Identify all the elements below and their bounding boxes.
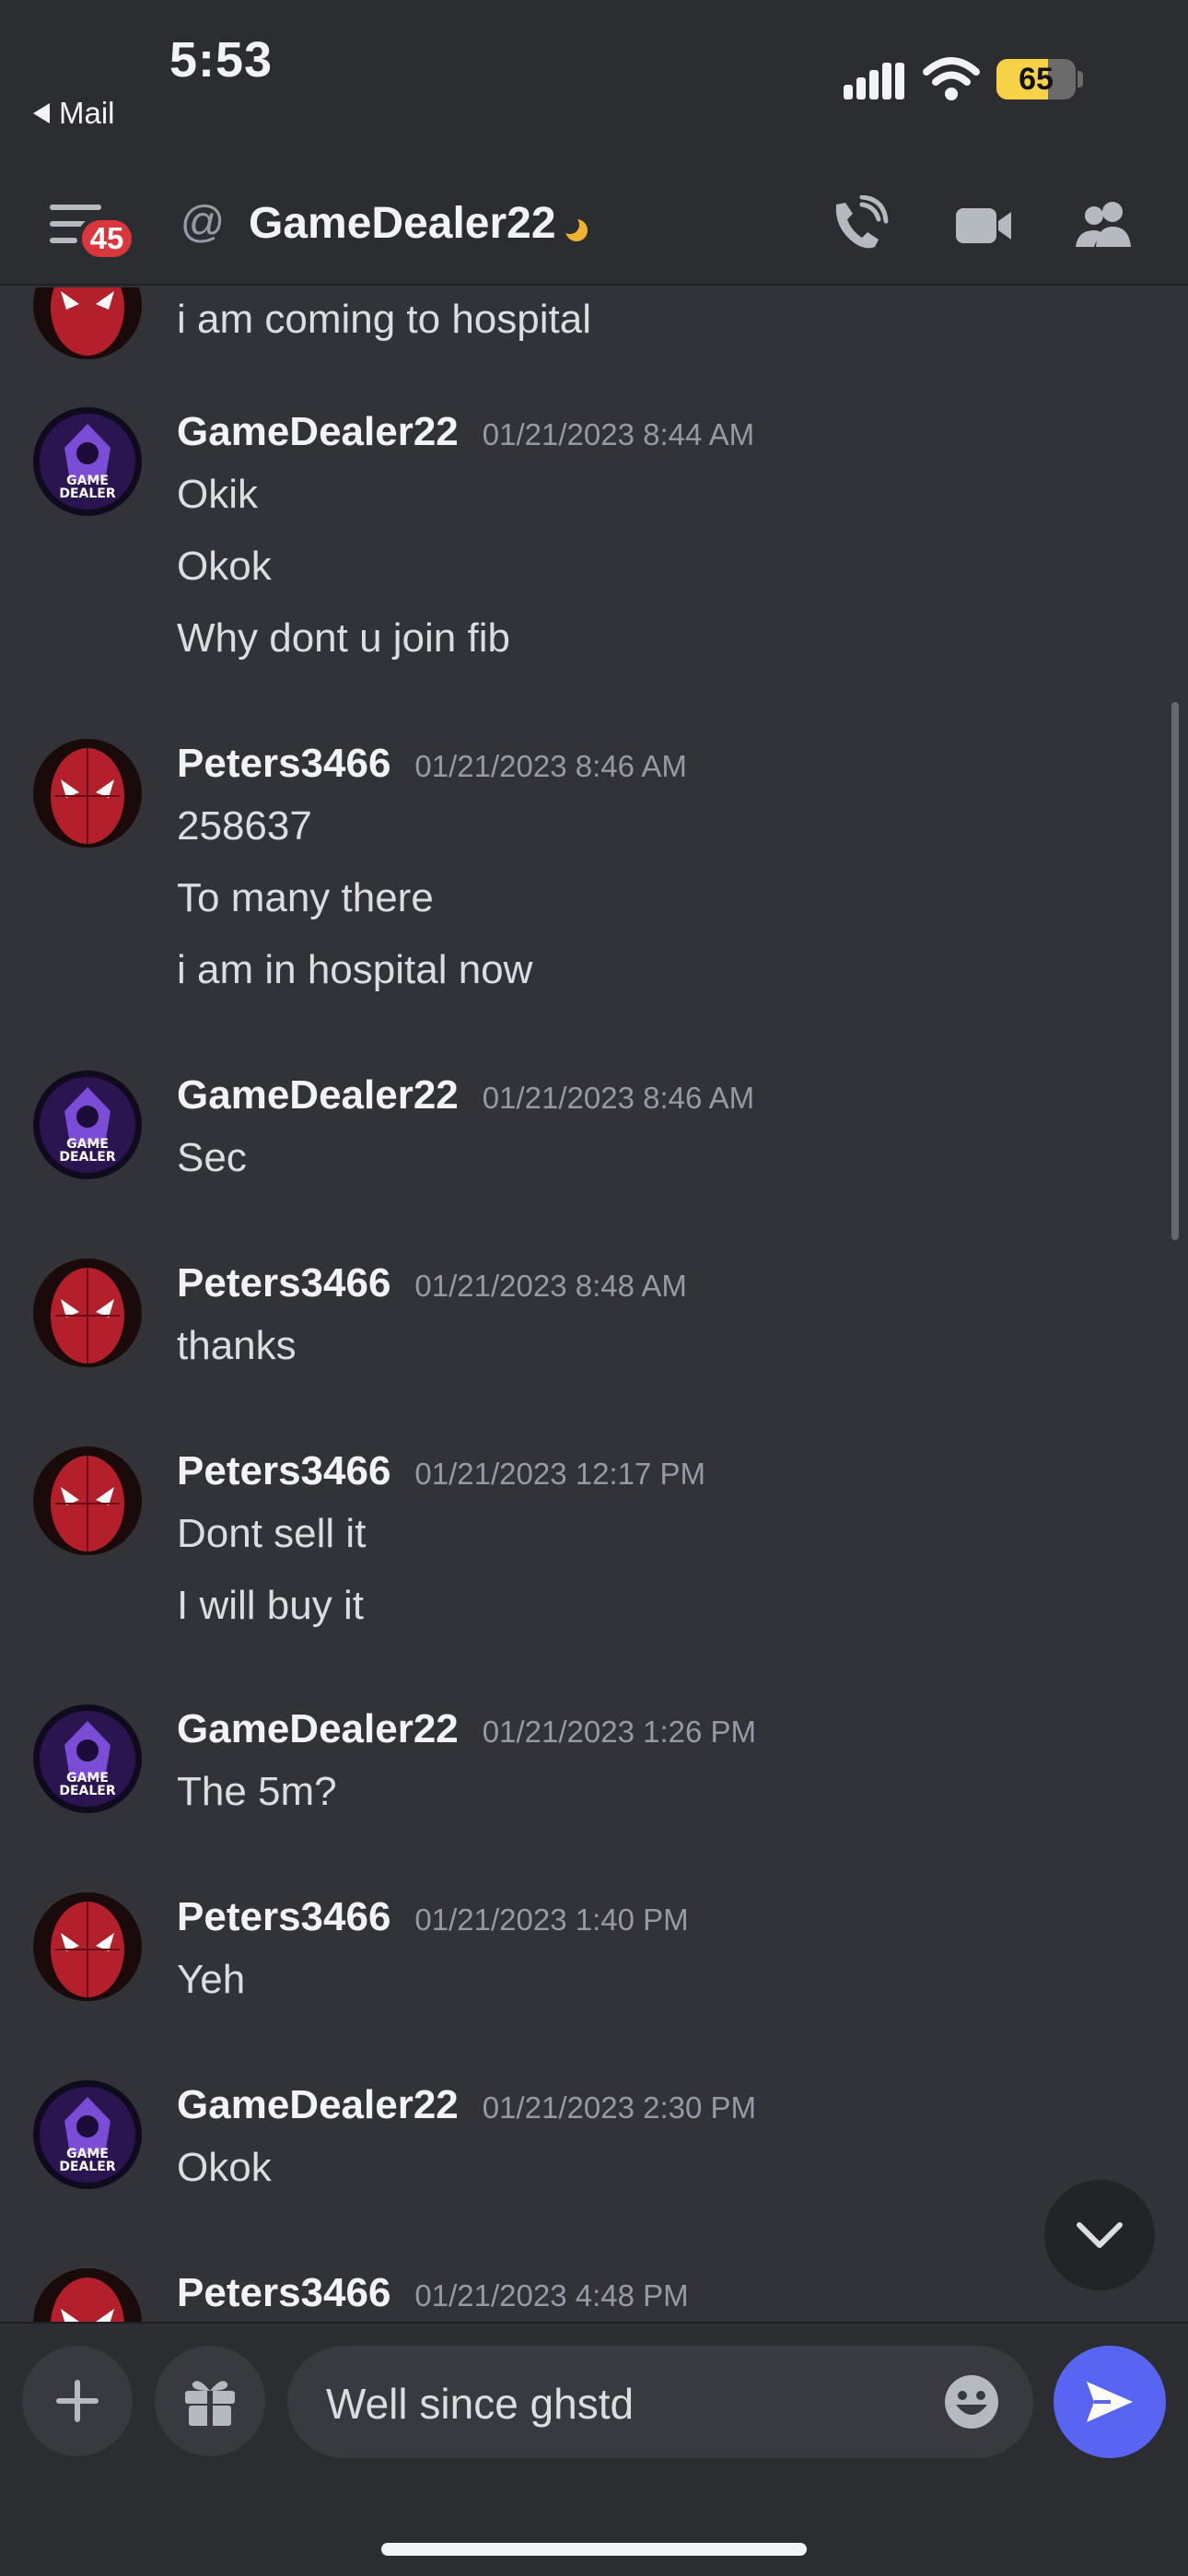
message-composer	[0, 2322, 1188, 2576]
timestamp: 01/21/2023 1:40 PM	[414, 1903, 689, 1937]
message-input[interactable]	[326, 2379, 915, 2429]
battery-level: 65	[1019, 62, 1054, 97]
home-indicator[interactable]	[381, 2543, 807, 2556]
chevron-down-icon	[1077, 2222, 1123, 2248]
battery-nub	[1077, 71, 1083, 88]
author-name[interactable]: Peters3466	[177, 1260, 390, 1306]
timestamp: 01/21/2023 8:46 AM	[414, 749, 687, 783]
battery-icon: 65	[996, 59, 1076, 100]
author-name[interactable]: GameDealer22	[177, 1706, 459, 1752]
message-header: Peters3466 01/21/2023 4:48 PM	[177, 2270, 689, 2316]
send-icon	[1087, 2382, 1133, 2422]
message-text: Yeh	[177, 1957, 246, 2002]
jump-to-latest-button[interactable]	[1044, 2180, 1155, 2290]
message-text: Okik	[177, 472, 258, 517]
message-text: Sec	[177, 1135, 247, 1180]
message-header: Peters3466 01/21/2023 8:48 AM	[177, 1260, 687, 1306]
message-header: Peters3466 01/21/2023 12:17 PM	[177, 1448, 705, 1494]
timestamp: 01/21/2023 8:48 AM	[414, 1269, 687, 1303]
message-text: Okok	[177, 2145, 272, 2190]
top-bar: 5:53 Mail 65 45 @ GameDealer22	[0, 0, 1188, 286]
author-name[interactable]: GameDealer22	[177, 1072, 459, 1118]
timestamp: 01/21/2023 1:26 PM	[482, 1715, 756, 1749]
phone-call-icon[interactable]	[827, 195, 891, 254]
message-input-container[interactable]	[287, 2346, 1033, 2458]
avatar[interactable]	[33, 1259, 142, 1367]
message-text: i am coming to hospital	[177, 297, 591, 342]
back-arrow-icon	[33, 103, 50, 123]
video-icon[interactable]	[952, 195, 1017, 254]
back-app-label: Mail	[59, 96, 115, 130]
timestamp: 01/21/2023 4:48 PM	[414, 2278, 689, 2313]
message-header: GameDealer22 01/21/2023 1:26 PM	[177, 1706, 756, 1752]
message-text: 258637	[177, 803, 312, 849]
author-name[interactable]: Peters3466	[177, 1894, 390, 1940]
status-time: 5:53	[169, 32, 274, 88]
avatar[interactable]	[33, 2268, 142, 2322]
message-text: Why dont u join fib	[177, 615, 510, 661]
scrollbar-thumb[interactable]	[1171, 702, 1179, 1240]
message-text: Okok	[177, 544, 272, 589]
send-button[interactable]	[1054, 2346, 1166, 2458]
idle-moon-icon	[564, 217, 588, 241]
channel-title[interactable]: GameDealer22	[249, 198, 556, 249]
back-to-mail-link[interactable]: Mail	[33, 96, 115, 131]
timestamp: 01/21/2023 2:30 PM	[482, 2090, 756, 2125]
at-icon: @	[180, 198, 226, 247]
timestamp: 01/21/2023 8:44 AM	[482, 417, 755, 451]
author-name[interactable]: Peters3466	[177, 741, 390, 787]
avatar[interactable]	[33, 287, 142, 359]
add-attachment-button[interactable]	[22, 2346, 133, 2456]
svg-text:DEALER: DEALER	[59, 1784, 116, 1798]
unread-badge: 45	[77, 216, 136, 262]
avatar[interactable]: GAME DEALER	[33, 1704, 142, 1813]
author-name[interactable]: GameDealer22	[177, 409, 459, 455]
plus-icon	[56, 2380, 99, 2422]
message-text: The 5m?	[177, 1769, 337, 1814]
gift-icon	[185, 2381, 235, 2426]
avatar[interactable]	[33, 739, 142, 848]
message-text: I will buy it	[177, 1583, 364, 1628]
author-name[interactable]: Peters3466	[177, 2270, 390, 2316]
message-header: Peters3466 01/21/2023 1:40 PM	[177, 1894, 689, 1940]
gift-button[interactable]	[155, 2346, 265, 2456]
svg-text:DEALER: DEALER	[59, 486, 116, 501]
cellular-signal-icon	[844, 63, 904, 100]
message-text: Dont sell it	[177, 1511, 367, 1556]
message-header: GameDealer22 01/21/2023 8:46 AM	[177, 1072, 754, 1118]
avatar[interactable]	[33, 1446, 142, 1555]
message-text: i am in hospital now	[177, 947, 533, 992]
author-name[interactable]: Peters3466	[177, 1448, 390, 1494]
message-header: GameDealer22 01/21/2023 8:44 AM	[177, 409, 754, 455]
emoji-icon[interactable]	[943, 2373, 1000, 2430]
timestamp: 01/21/2023 12:17 PM	[414, 1457, 706, 1491]
avatar[interactable]: GAME DEALER	[33, 1071, 142, 1179]
message-text: thanks	[177, 1323, 297, 1368]
svg-text:DEALER: DEALER	[59, 2160, 116, 2174]
wifi-icon	[923, 57, 980, 100]
svg-text:DEALER: DEALER	[59, 1150, 116, 1165]
avatar[interactable]: GAME DEALER	[33, 2080, 142, 2189]
timestamp: 01/21/2023 8:46 AM	[482, 1081, 755, 1115]
avatar[interactable]	[33, 1892, 142, 2001]
avatar[interactable]: GAME DEALER	[33, 407, 142, 516]
message-text: To many there	[177, 875, 434, 920]
message-list[interactable]: i am coming to hospital GAME DEALER GameD…	[0, 287, 1188, 2322]
members-icon[interactable]	[1072, 195, 1136, 254]
message-header: GameDealer22 01/21/2023 2:30 PM	[177, 2082, 756, 2128]
author-name[interactable]: GameDealer22	[177, 2082, 459, 2128]
message-header: Peters3466 01/21/2023 8:46 AM	[177, 741, 687, 787]
